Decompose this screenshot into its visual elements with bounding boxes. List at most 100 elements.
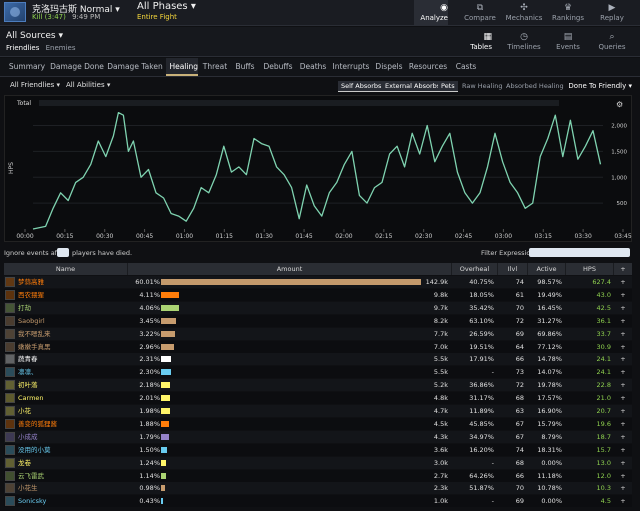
table-row[interactable]: 打劫 4.06% 9.7k 35.42% 70 16.45% 42.5 + — [4, 301, 632, 314]
expand-button[interactable]: + — [616, 495, 630, 507]
tab-damage-taken[interactable]: Damage Taken — [106, 58, 164, 76]
expand-button[interactable]: + — [616, 482, 630, 494]
expand-button[interactable]: + — [616, 418, 630, 430]
table-row[interactable]: 小花 1.98% 4.7k 11.89% 63 16.90% 20.7 + — [4, 405, 632, 417]
tab-deaths[interactable]: Deaths — [298, 58, 328, 76]
view-timelines[interactable]: ◷ Timelines — [502, 27, 546, 56]
tab-interrupts[interactable]: Interrupts — [331, 58, 371, 76]
player-name[interactable]: 嫩嫩手真黑 — [18, 341, 128, 353]
gear-icon[interactable]: ⚙ — [616, 100, 623, 109]
pets-toggle[interactable]: Pets — [438, 81, 458, 92]
external-absorbs-toggle[interactable]: External Absorbs — [382, 81, 444, 92]
expand-button[interactable]: + — [616, 276, 630, 288]
tab-dispels[interactable]: Dispels — [374, 58, 404, 76]
legend-total[interactable]: Total — [16, 100, 31, 107]
table-row[interactable]: 龙卷 1.24% 3.0k - 68 0.00% 13.0 + — [4, 456, 632, 469]
expand-button[interactable]: + — [616, 392, 630, 404]
expand-button[interactable]: + — [616, 444, 630, 456]
raw-healing-toggle[interactable]: Raw Healing — [459, 81, 505, 92]
table-row[interactable]: 蔬青春 2.31% 5.5k 17.91% 66 14.78% 24.1 + — [4, 353, 632, 366]
tab-threat[interactable]: Threat — [201, 58, 229, 76]
table-row[interactable]: 云飞雷武 1.14% 2.7k 64.26% 66 11.18% 12.0 + — [4, 469, 632, 482]
view-queries[interactable]: ⌕ Queries — [590, 27, 634, 56]
col-hps[interactable]: HPS — [566, 263, 614, 275]
table-row[interactable]: Saobgirl 3.45% 8.2k 63.10% 72 31.27% 36.1 + — [4, 314, 632, 327]
table-row[interactable]: 梦蒜高雅 60.01% 142.9k 40.75% 74 98.57% 627.4 + — [4, 276, 632, 288]
table-row[interactable]: 小成成 1.79% 4.3k 34.97% 67 8.79% 18.7 + — [4, 430, 632, 443]
col-overheal[interactable]: Overheal — [452, 263, 498, 275]
friendlies-link[interactable]: Friendlies — [6, 44, 39, 52]
player-name[interactable]: 梦蒜高雅 — [18, 276, 128, 288]
player-name[interactable]: 凛凛、 — [18, 366, 128, 378]
col-name[interactable]: Name — [4, 263, 128, 275]
table-row[interactable]: 小花生 0.98% 2.3k 51.87% 70 10.78% 10.3 + — [4, 482, 632, 495]
player-name[interactable]: Carmen — [18, 392, 128, 404]
table-row[interactable]: 西农猥猩 4.11% 9.8k 18.05% 61 19.49% 43.0 + — [4, 288, 632, 301]
player-name[interactable]: 小花生 — [18, 482, 128, 494]
table-row[interactable]: 我不嗯乱来 3.22% 7.7k 26.59% 69 69.86% 33.7 + — [4, 327, 632, 340]
tab-casts[interactable]: Casts — [452, 58, 480, 76]
nav-analyze[interactable]: ◉ Analyze — [414, 0, 448, 26]
tab-buffs[interactable]: Buffs — [232, 58, 258, 76]
player-name[interactable]: 龙卷 — [18, 457, 128, 469]
nav-rankings[interactable]: ♛ Rankings — [546, 0, 590, 26]
nav-compare[interactable]: ⧉ Compare — [458, 0, 502, 26]
player-name[interactable]: 没用的小莫 — [18, 444, 128, 456]
expand-button[interactable]: + — [616, 405, 630, 417]
tab-summary[interactable]: Summary — [6, 58, 48, 76]
player-name[interactable]: 小花 — [18, 405, 128, 417]
table-row[interactable]: 嫩嫩手真黑 2.96% 7.0k 19.51% 64 77.12% 30.9 + — [4, 340, 632, 353]
view-events[interactable]: ▤ Events — [546, 27, 590, 56]
absorbed-healing-toggle[interactable]: Absorbed Healing — [503, 81, 567, 92]
expand-button[interactable]: + — [616, 289, 630, 301]
enemies-link[interactable]: Enemies — [46, 44, 76, 52]
player-name[interactable]: 我不嗯乱来 — [18, 328, 128, 340]
ignore-deaths-input[interactable] — [57, 248, 69, 257]
expand-button[interactable]: + — [616, 328, 630, 340]
tab-healing[interactable]: Healing — [166, 58, 198, 76]
series-line-total[interactable] — [32, 111, 602, 230]
tab-resources[interactable]: Resources — [407, 58, 449, 76]
self-absorbs-toggle[interactable]: Self Absorbs — [338, 81, 385, 92]
expand-button[interactable]: + — [616, 315, 630, 327]
player-name[interactable]: 初叶落 — [18, 379, 128, 391]
player-name[interactable]: 西农猥猩 — [18, 289, 128, 301]
col-active[interactable]: Active — [528, 263, 566, 275]
friendlies-dropdown[interactable]: All Friendlies ▾ — [10, 81, 60, 89]
table-row[interactable]: 凛凛、 2.30% 5.5k - 73 14.07% 24.1 + — [4, 366, 632, 379]
table-row[interactable]: 没用的小莫 1.50% 3.6k 16.20% 74 18.31% 15.7 + — [4, 443, 632, 456]
nav-replay[interactable]: ▶ Replay — [590, 0, 634, 26]
player-name[interactable]: Saobgirl — [18, 315, 128, 327]
phase-selector[interactable]: All Phases ▾ — [137, 1, 196, 12]
expand-button[interactable]: + — [616, 366, 630, 378]
table-row[interactable]: Sonicsky 0.43% 1.0k - 69 0.00% 4.5 + — [4, 495, 632, 508]
filter-expression-input[interactable] — [529, 248, 630, 257]
expand-button[interactable]: + — [616, 431, 630, 443]
expand-button[interactable]: + — [616, 302, 630, 314]
view-tables[interactable]: ▦ Tables — [458, 27, 492, 56]
sources-selector[interactable]: All Sources ▾ — [6, 31, 63, 41]
player-name[interactable]: 善变的狐狸酱 — [18, 418, 128, 430]
table-row[interactable]: Carmen 2.01% 4.8k 31.17% 68 17.57% 21.0 + — [4, 392, 632, 405]
expand-button[interactable]: + — [616, 470, 630, 482]
col-amount[interactable]: Amount — [128, 263, 452, 275]
expand-button[interactable]: + — [616, 341, 630, 353]
player-name[interactable]: 小成成 — [18, 431, 128, 443]
player-name[interactable]: 打劫 — [18, 302, 128, 314]
abilities-dropdown[interactable]: All Abilities ▾ — [66, 81, 110, 89]
table-row[interactable]: 初叶落 2.18% 5.2k 36.86% 72 19.78% 22.8 + — [4, 379, 632, 392]
expand-button[interactable]: + — [616, 353, 630, 365]
table-row[interactable]: 善变的狐狸酱 1.88% 4.5k 45.85% 67 15.79% 19.6 + — [4, 417, 632, 430]
nav-mechanics[interactable]: ✣ Mechanics — [502, 0, 546, 26]
col-expand[interactable]: + — [614, 263, 632, 275]
expand-button[interactable]: + — [616, 457, 630, 469]
player-name[interactable]: 蔬青春 — [18, 353, 128, 365]
player-name[interactable]: Sonicsky — [18, 495, 128, 507]
expand-button[interactable]: + — [616, 379, 630, 391]
tab-damage-done[interactable]: Damage Done — [50, 58, 104, 76]
player-name[interactable]: 云飞雷武 — [18, 470, 128, 482]
done-to-dropdown[interactable]: Done To Friendly ▾ — [568, 82, 632, 90]
tab-debuffs[interactable]: Debuffs — [261, 58, 295, 76]
col-ilvl[interactable]: Ilvl — [498, 263, 528, 275]
zone-icon[interactable] — [4, 2, 26, 22]
